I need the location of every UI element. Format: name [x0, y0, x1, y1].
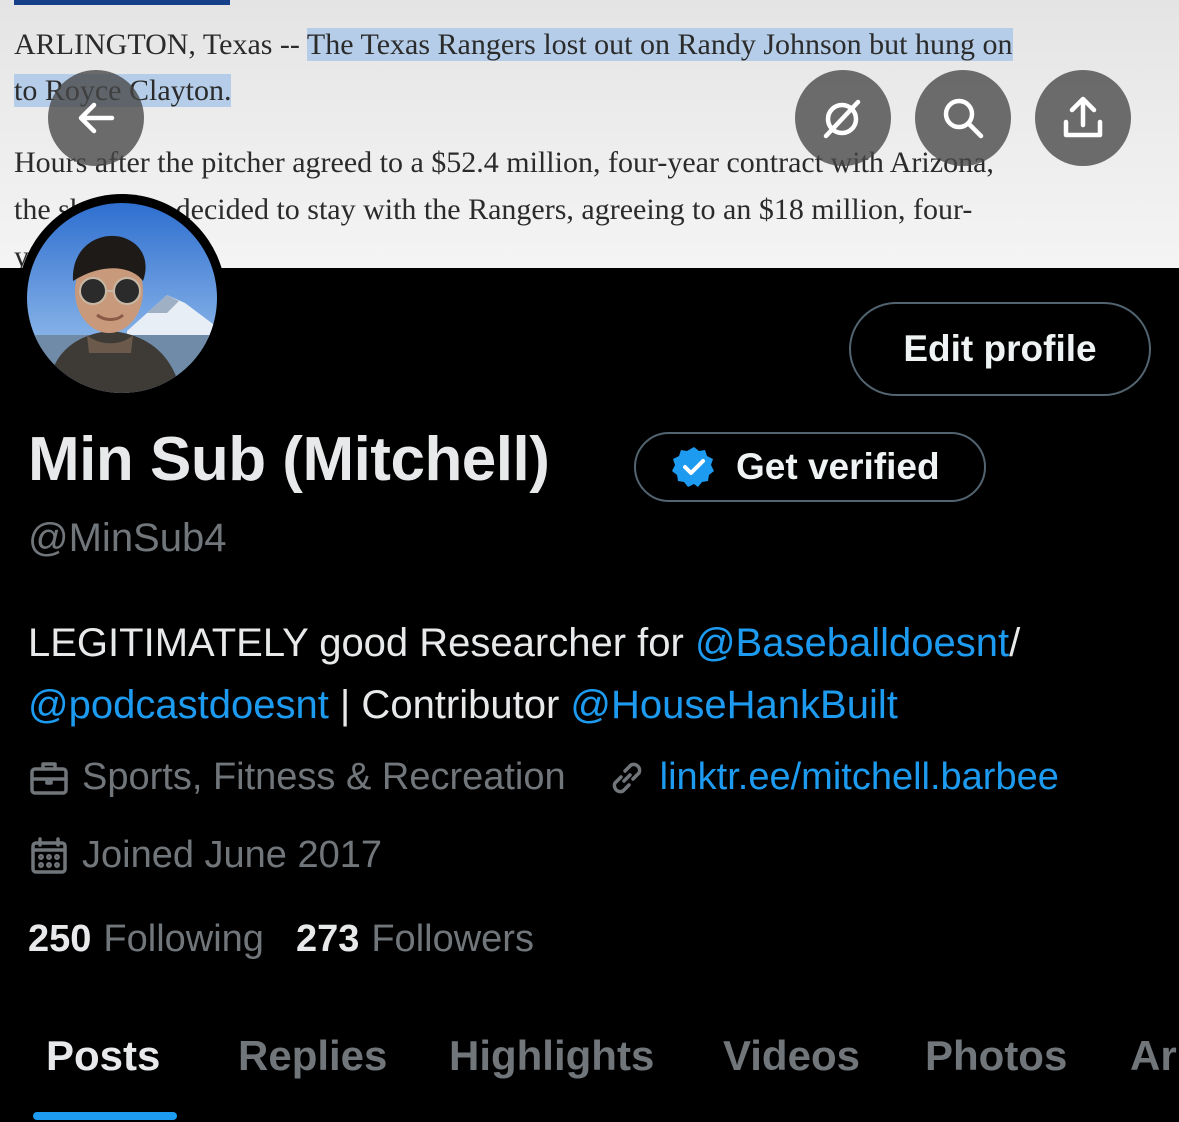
search-icon — [943, 98, 984, 139]
calendar-icon — [31, 836, 67, 874]
grok-button[interactable] — [795, 70, 891, 166]
mention-baseballdoesnt[interactable]: @Baseballdoesnt — [695, 621, 1009, 665]
bio-text-1: LEGITIMATELY good Researcher for — [28, 621, 695, 665]
banner-line-1-highlight: The Texas Rangers lost out on Randy John… — [306, 28, 1013, 61]
following-count: 250 — [28, 918, 92, 960]
category-text: Sports, Fitness & Recreation — [82, 756, 566, 798]
bio-text-3: | Contributor — [328, 683, 571, 727]
joined-item: Joined June 2017 — [28, 834, 382, 877]
share-icon — [1063, 96, 1103, 138]
get-verified-label: Get verified — [736, 446, 940, 487]
website-link-text[interactable]: linktr.ee/mitchell.barbee — [660, 756, 1059, 799]
mention-househankbuilt[interactable]: @HouseHankBuilt — [570, 683, 897, 727]
active-tab-indicator — [33, 1112, 177, 1120]
website-link[interactable]: linktr.ee/mitchell.barbee — [606, 756, 1059, 799]
profile-name: Min Sub (Mitchell) — [28, 425, 550, 494]
profile-handle: @MinSub4 — [28, 516, 227, 560]
verified-badge-icon — [672, 447, 714, 487]
follow-stats: 250 Following 273 Followers — [28, 918, 534, 961]
following-label: Following — [103, 918, 264, 960]
followers-count: 273 — [295, 918, 360, 960]
profile-tabs: Posts Replies Highlights Videos Photos A… — [0, 1026, 1179, 1122]
tab-replies[interactable]: Replies — [238, 1032, 387, 1080]
followers-stat[interactable]: 273 Followers — [296, 918, 534, 961]
bio-text-2: / — [1009, 621, 1021, 665]
avatar[interactable] — [18, 194, 226, 402]
get-verified-button[interactable]: Get verified — [634, 432, 986, 502]
joined-text: Joined June 2017 — [82, 834, 383, 876]
search-button[interactable] — [915, 70, 1011, 166]
profile-meta-row-2: Joined June 2017 — [28, 834, 382, 877]
edit-profile-button[interactable]: Edit profile — [849, 302, 1151, 396]
followers-label: Followers — [371, 918, 534, 960]
tab-videos[interactable]: Videos — [723, 1032, 860, 1080]
profile-meta-row-1: Sports, Fitness & Recreation linktr.ee/m… — [28, 756, 1059, 799]
tab-articles[interactable]: Ar — [1130, 1032, 1177, 1080]
mention-podcastdoesnt[interactable]: @podcastdoesnt — [28, 683, 329, 727]
arrow-left-icon — [78, 102, 115, 134]
tab-posts[interactable]: Posts — [46, 1032, 160, 1080]
link-icon — [612, 762, 641, 793]
banner-line-1: ARLINGTON, Texas -- The Texas Rangers lo… — [14, 22, 1013, 68]
grok-icon — [823, 99, 861, 139]
briefcase-icon — [30, 761, 68, 795]
tab-highlights[interactable]: Highlights — [449, 1032, 654, 1080]
back-button[interactable] — [48, 70, 144, 166]
banner-rule — [14, 0, 230, 5]
following-stat[interactable]: 250 Following — [28, 918, 264, 961]
category-item: Sports, Fitness & Recreation — [28, 756, 566, 799]
banner-line-1-prefix: ARLINGTON, Texas -- — [14, 28, 307, 61]
share-button[interactable] — [1035, 70, 1131, 166]
avatar-photo — [27, 203, 217, 393]
tab-photos[interactable]: Photos — [925, 1032, 1067, 1080]
profile-bio: LEGITIMATELY good Researcher for @Baseba… — [28, 612, 1168, 736]
